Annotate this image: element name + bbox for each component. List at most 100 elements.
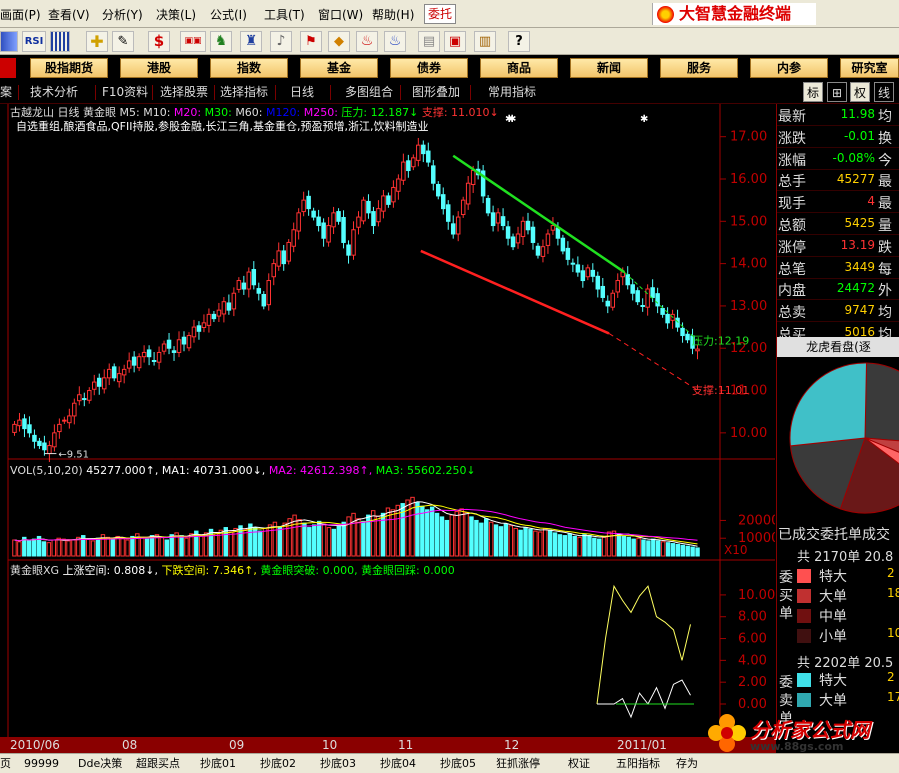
volume-bar [159, 536, 165, 557]
volume-title-part-3: MA2: 42612.398↑, [268, 464, 376, 477]
formula-tab[interactable]: 存为 [676, 755, 698, 772]
formula-tab[interactable]: 超跟买点 [136, 755, 180, 772]
menu-window[interactable]: 窗口(W) [318, 6, 363, 23]
tab-quote-mark[interactable]: 标 [803, 82, 823, 102]
window-icon[interactable]: ▣ [444, 31, 466, 52]
help-pointer-icon[interactable]: ? [508, 31, 530, 52]
formula-tab[interactable]: 99999 [24, 755, 59, 772]
category-news[interactable]: 新闻 [570, 58, 648, 78]
formula-tab[interactable]: 狂抓涨停 [496, 755, 540, 772]
category-fund[interactable]: 基金 [300, 58, 378, 78]
candle-body [141, 351, 147, 358]
rsi-button[interactable]: RSI [22, 31, 46, 52]
menu-entrust[interactable]: 委托 [424, 4, 457, 24]
ruler-icon[interactable]: ✎ [112, 31, 134, 52]
quote-value: 5425 [844, 216, 875, 230]
menu-view[interactable]: 查看(V) [48, 6, 90, 23]
candle-body [146, 349, 152, 358]
kline-icon[interactable] [0, 31, 18, 52]
x-tick: 10 [322, 738, 338, 752]
candle-body [530, 226, 536, 243]
volume-bar [184, 537, 189, 557]
volume-bar [66, 540, 71, 557]
candle-body [57, 423, 62, 433]
category-index[interactable]: 指数 [210, 58, 288, 78]
category-futures[interactable]: 股指期货 [30, 58, 108, 78]
volume-bar [434, 512, 440, 557]
chart-canvas[interactable]: 17.0016.0015.0014.0013.0012.0011.0010.00… [0, 104, 775, 740]
formula-tab[interactable]: Dde决策 [78, 755, 122, 772]
books-icon[interactable]: ▥ [474, 31, 496, 52]
volume-bar [71, 539, 76, 557]
category-hk[interactable]: 港股 [120, 58, 198, 78]
order-flow-pie [789, 362, 899, 514]
category-bond[interactable]: 债券 [390, 58, 468, 78]
tab-rights[interactable]: 权 [850, 82, 870, 102]
category-commodity[interactable]: 商品 [480, 58, 558, 78]
tab-common-indicators[interactable]: 常用指标 [488, 84, 536, 101]
dollar-icon[interactable]: $ [148, 31, 170, 52]
tab-multi-chart[interactable]: 多图组合 [345, 84, 393, 101]
volume-bar [503, 523, 509, 557]
volume-bar [164, 539, 170, 557]
tab-overlay[interactable]: 图形叠加 [412, 84, 460, 101]
menu-decision[interactable]: 决策(L) [156, 6, 196, 23]
formula-tab[interactable]: 五阳指标 [616, 755, 660, 772]
indicator-y-tick: 10.00 [738, 588, 775, 603]
category-research-room[interactable]: 研究室 [840, 58, 899, 78]
candle-body [261, 294, 267, 307]
support-label: 支撑:11.01 [692, 383, 749, 397]
tab-grid[interactable]: ⊞ [827, 82, 847, 102]
tab-select-stock[interactable]: 选择股票 [160, 84, 208, 101]
order-swatch [797, 693, 811, 707]
radar-icon[interactable]: ▣▣ [180, 31, 206, 52]
bell-icon[interactable]: ♪ [270, 31, 292, 52]
tab-technical-analysis[interactable]: 技术分析 [30, 84, 78, 101]
category-research-notes[interactable]: 内参 [750, 58, 828, 78]
formula-tab[interactable]: 抄底02 [260, 755, 296, 772]
menu-analysis[interactable]: 分析(Y) [102, 6, 143, 23]
blue-dragon-icon[interactable]: ♨ [384, 31, 406, 52]
category-service[interactable]: 服务 [660, 58, 738, 78]
formula-tab[interactable]: 抄底04 [380, 755, 416, 772]
note-icon[interactable]: ▤ [418, 31, 440, 52]
candle-body [396, 178, 401, 192]
menu-screen[interactable]: 画面(P) [0, 6, 41, 23]
chart-area[interactable]: 17.00 16.00 15.00 14.00 13.00 12.00 11.00 10.00… [0, 104, 775, 740]
tab-line[interactable]: 线 [874, 82, 894, 102]
formula-tab[interactable]: 权证 [568, 755, 590, 772]
quote-label-secondary: 今 [878, 152, 892, 169]
volume-bar [665, 542, 671, 557]
candle-body [241, 282, 247, 290]
menu-formula[interactable]: 公式(I) [210, 6, 247, 23]
candle-body [27, 424, 32, 434]
flag-icon[interactable]: ⚑ [300, 31, 322, 52]
formula-tab[interactable]: 页 [0, 755, 11, 772]
tab-daily[interactable]: 日线 [290, 84, 314, 101]
candle-body [391, 186, 396, 203]
candle-body [121, 368, 127, 376]
candle-body [570, 262, 576, 265]
dragon-tiger-title[interactable]: 龙虎看盘(逐 [777, 337, 899, 357]
volume-bar [493, 524, 499, 557]
crosshair-icon[interactable]: ✚ [86, 31, 108, 52]
subbar-stub[interactable]: 案 [0, 84, 12, 101]
formula-tab[interactable]: 抄底03 [320, 755, 356, 772]
volume-bar [312, 524, 317, 557]
menu-tools[interactable]: 工具(T) [264, 6, 305, 23]
formula-tab[interactable]: 抄底01 [200, 755, 236, 772]
quote-label-secondary: 最 [878, 196, 892, 213]
quote-label-secondary: 均 [878, 305, 892, 322]
candle-body [665, 313, 670, 324]
red-dragon-icon[interactable]: ♨ [356, 31, 378, 52]
candle-body [540, 246, 546, 257]
diamond-icon[interactable]: ◆ [328, 31, 350, 52]
formula-tab[interactable]: 抄底05 [440, 755, 476, 772]
category-stub[interactable] [0, 58, 16, 78]
chart-icon[interactable]: ♜ [240, 31, 262, 52]
tab-f10[interactable]: F10资料 [102, 84, 148, 101]
menu-help[interactable]: 帮助(H) [372, 6, 414, 23]
binoculars-icon[interactable]: ♞ [210, 31, 232, 52]
indicator-icon[interactable] [50, 31, 70, 52]
tab-select-indicator[interactable]: 选择指标 [220, 84, 268, 101]
